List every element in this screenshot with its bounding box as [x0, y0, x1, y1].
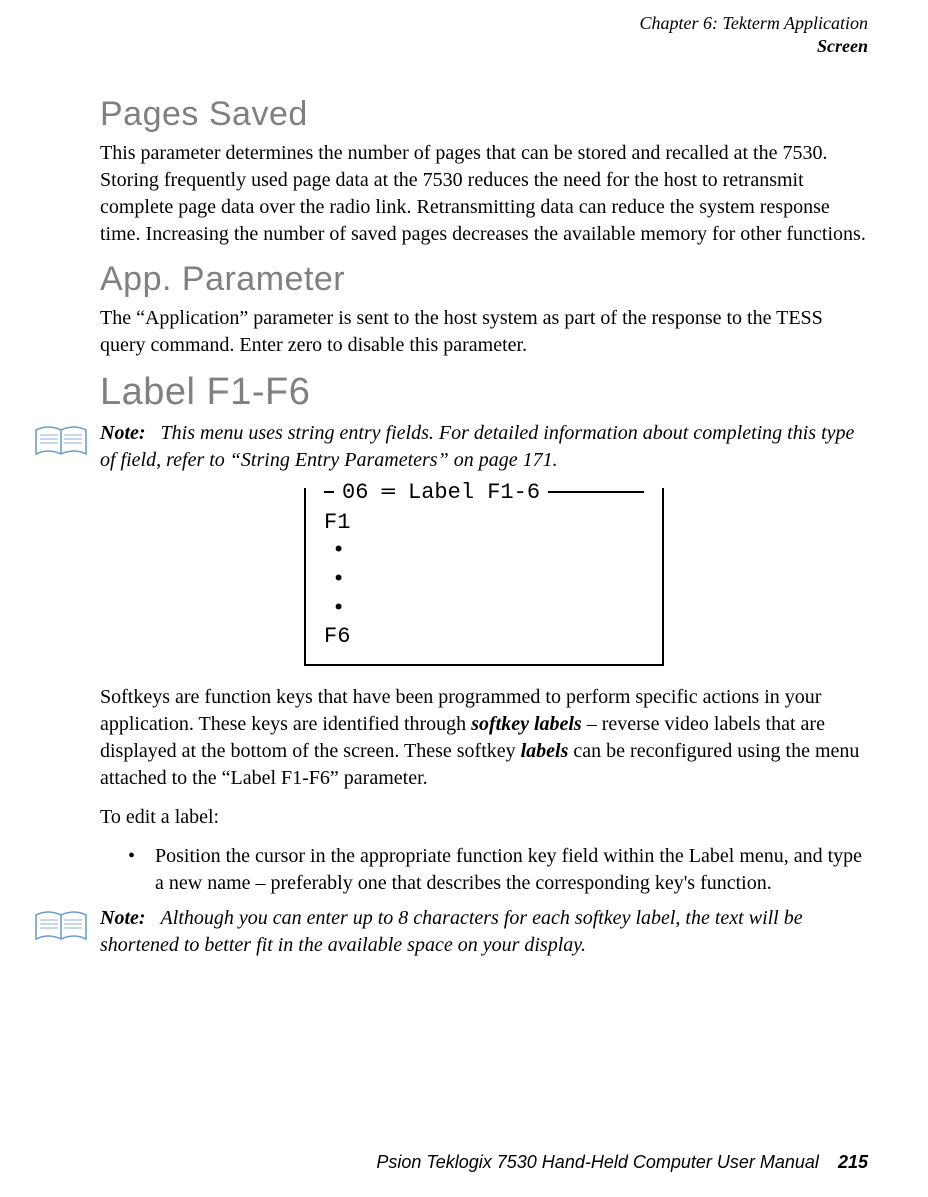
- body-pages-saved: This parameter determines the number of …: [100, 140, 868, 248]
- note-label-2: Note:: [100, 907, 146, 929]
- diagram-container: 06 ═ Label F1-6 F1 • • • F6: [100, 488, 868, 666]
- page-header: Chapter 6: Tekterm Application Screen: [0, 0, 928, 67]
- bullet-list: • Position the cursor in the appropriate…: [100, 843, 868, 897]
- note-body-2: Although you can enter up to 8 character…: [100, 907, 803, 956]
- note-block-2: Note: Although you can enter up to 8 cha…: [34, 905, 868, 959]
- body-to-edit: To edit a label:: [100, 804, 868, 831]
- softkey-term1: softkey labels: [471, 713, 582, 735]
- body-app-parameter: The “Application” parameter is sent to t…: [100, 305, 868, 359]
- header-chapter: Chapter 6: Tekterm Application: [0, 12, 868, 35]
- page-content: Pages Saved This parameter determines th…: [0, 67, 928, 959]
- list-item: • Position the cursor in the appropriate…: [128, 843, 868, 897]
- heading-pages-saved: Pages Saved: [100, 95, 868, 134]
- note-body-1: This menu uses string entry fields. For …: [100, 422, 854, 471]
- diagram-box: 06 ═ Label F1-6 F1 • • • F6: [304, 488, 664, 666]
- bullet-text-1: Position the cursor in the appropriate f…: [155, 843, 868, 897]
- book-icon: [34, 907, 88, 945]
- diagram-line-dot3: •: [324, 595, 644, 624]
- softkey-term2: labels: [521, 740, 569, 762]
- heading-app-parameter: App. Parameter: [100, 260, 868, 299]
- header-screen: Screen: [0, 35, 868, 58]
- bullet-marker: •: [128, 843, 135, 897]
- diagram-line-f1: F1: [324, 509, 644, 538]
- note-text-2: Note: Although you can enter up to 8 cha…: [100, 905, 868, 959]
- body-softkeys: Softkeys are function keys that have bee…: [100, 684, 868, 792]
- note-label-1: Note:: [100, 422, 146, 444]
- note-text-1: Note: This menu uses string entry fields…: [100, 420, 868, 474]
- footer-text: Psion Teklogix 7530 Hand-Held Computer U…: [376, 1152, 819, 1172]
- diagram-legend: 06 ═ Label F1-6: [324, 480, 644, 505]
- page-footer: Psion Teklogix 7530 Hand-Held Computer U…: [376, 1152, 868, 1173]
- diagram-legend-title: Label F1-6: [408, 480, 540, 505]
- diagram-line-dot2: •: [324, 566, 644, 595]
- note-block-1: Note: This menu uses string entry fields…: [34, 420, 868, 474]
- footer-page-number: 215: [838, 1152, 868, 1172]
- diagram-line-f6: F6: [324, 623, 644, 652]
- diagram-line-dot1: •: [324, 537, 644, 566]
- diagram-legend-prefix: 06: [342, 480, 368, 505]
- book-icon: [34, 422, 88, 460]
- heading-label-f1f6: Label F1-F6: [100, 371, 868, 414]
